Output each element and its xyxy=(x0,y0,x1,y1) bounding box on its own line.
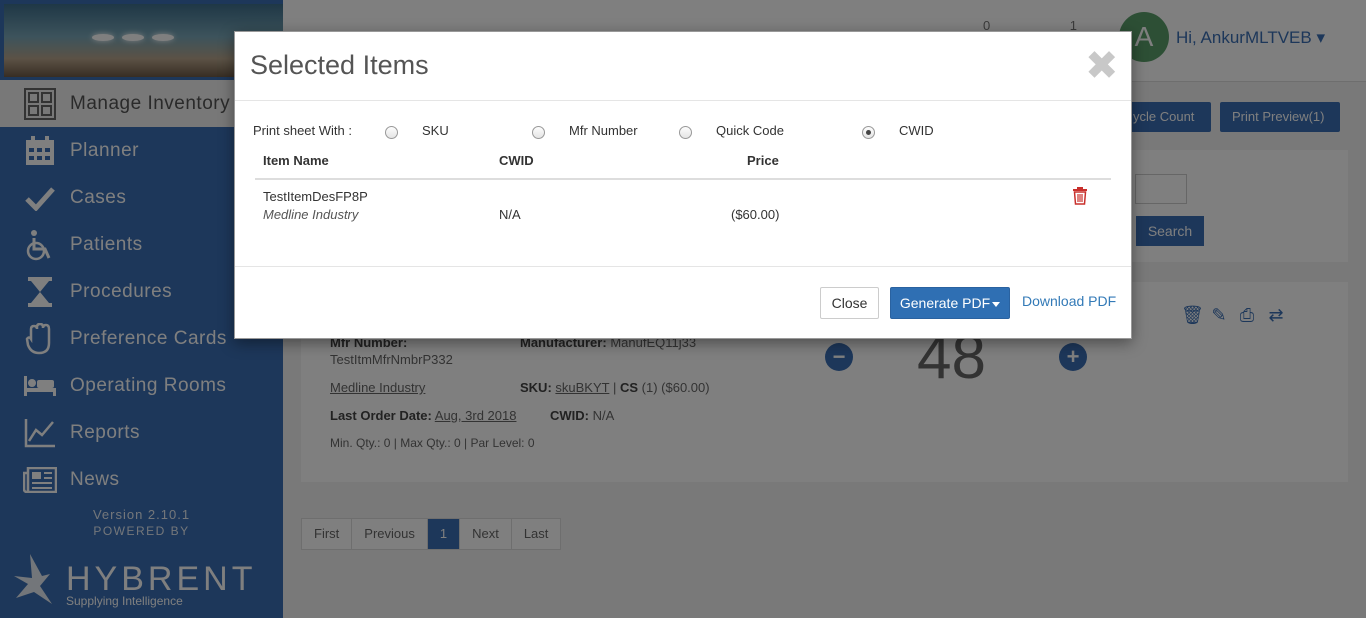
print-sheet-label: Print sheet With : xyxy=(253,123,352,138)
modal-header: Selected Items ✖ xyxy=(235,32,1131,101)
close-button[interactable]: Close xyxy=(820,287,879,319)
option-label-quick-code: Quick Code xyxy=(716,123,784,138)
print-sheet-options: Print sheet With : SKU Mfr Number Quick … xyxy=(253,120,1113,142)
caret-down-icon xyxy=(992,301,1001,307)
radio-quick-code[interactable] xyxy=(679,126,692,139)
modal-footer: Close Generate PDF Download PDF xyxy=(235,266,1131,338)
item-cwid: N/A xyxy=(499,207,521,222)
item-price: ($60.00) xyxy=(731,207,780,222)
table-row: TestItemDesFP8P Medline Industry N/A ($6… xyxy=(255,182,1111,242)
column-header-price: Price xyxy=(747,153,779,168)
column-header-cwid: CWID xyxy=(499,153,534,168)
delete-item-icon[interactable] xyxy=(1072,187,1088,205)
option-label-sku: SKU xyxy=(422,123,449,138)
generate-pdf-button[interactable]: Generate PDF xyxy=(890,287,1010,319)
option-label-cwid: CWID xyxy=(899,123,934,138)
selected-items-modal: Selected Items ✖ Print sheet With : SKU … xyxy=(234,31,1132,339)
item-name: TestItemDesFP8P xyxy=(263,189,368,204)
column-header-item-name: Item Name xyxy=(263,153,329,168)
option-label-mfr-number: Mfr Number xyxy=(569,123,638,138)
download-pdf-link[interactable]: Download PDF xyxy=(1022,293,1116,309)
table-header: Item Name CWID Price xyxy=(255,150,1111,180)
modal-title: Selected Items xyxy=(250,50,429,80)
radio-cwid[interactable] xyxy=(862,126,875,139)
radio-mfr-number[interactable] xyxy=(532,126,545,139)
close-icon[interactable]: ✖ xyxy=(1085,46,1119,86)
generate-pdf-label: Generate PDF xyxy=(899,295,991,311)
item-vendor: Medline Industry xyxy=(263,207,359,222)
radio-sku[interactable] xyxy=(385,126,398,139)
